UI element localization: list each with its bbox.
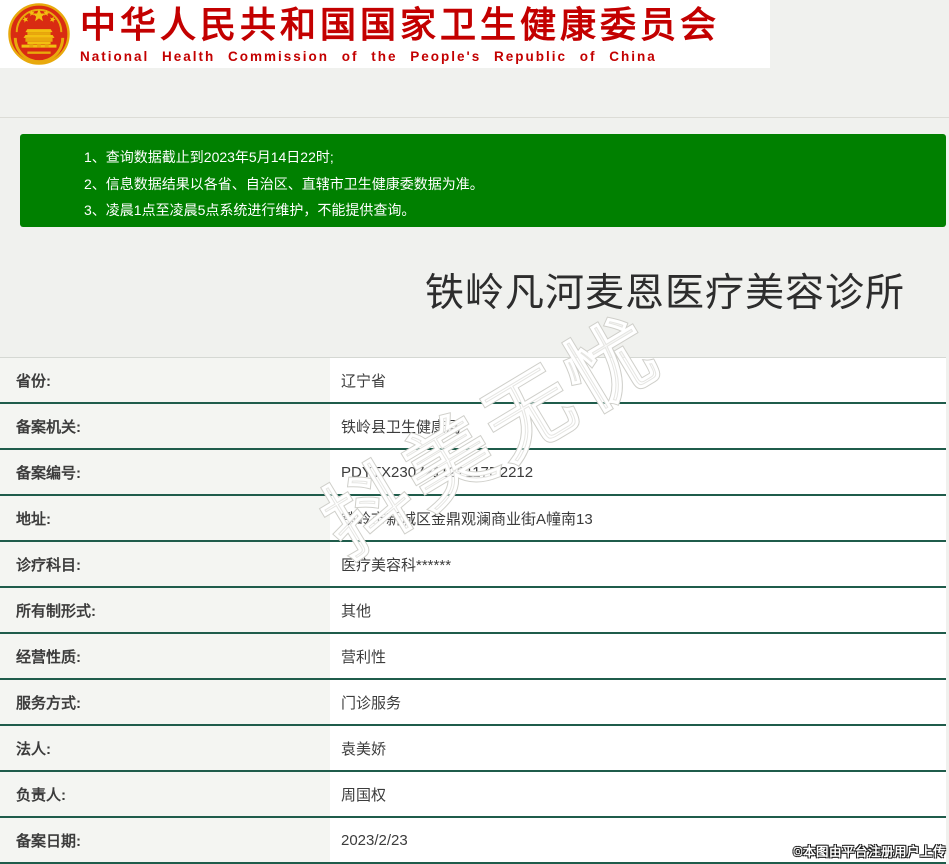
field-label: 省份:	[0, 358, 330, 402]
field-label: 服务方式:	[0, 680, 330, 724]
photo-credit-watermark: ©本图由平台注册用户上传	[793, 845, 946, 859]
header-divider	[0, 117, 949, 118]
field-label: 备案编号:	[0, 450, 330, 494]
institution-name-title: 铁岭凡河麦恩医疗美容诊所	[424, 272, 905, 315]
table-row: 地址: 铁岭市新城区金鼎观澜商业街A幢南13	[0, 496, 946, 542]
record-table: 省份: 辽宁省 备案机关: 铁岭县卫生健康局 备案编号: PDYTX230721…	[0, 357, 946, 864]
notice-line-2: 2、信息数据结果以各省、自治区、直辖市卫生健康委数据为准。	[84, 175, 484, 192]
site-header: 中华人民共和国国家卫生健康委员会 National Health Commiss…	[0, 0, 770, 68]
table-row: 诊疗科目: 医疗美容科******	[0, 542, 946, 588]
field-value: 辽宁省	[330, 358, 946, 402]
field-label: 负责人:	[0, 772, 330, 816]
table-row: 备案编号: PDYTX230721122117D2212	[0, 450, 946, 496]
table-row: 备案机关: 铁岭县卫生健康局	[0, 404, 946, 450]
field-value: 袁美娇	[330, 726, 946, 770]
field-value: 铁岭市新城区金鼎观澜商业街A幢南13	[330, 496, 946, 540]
field-value: 医疗美容科******	[330, 542, 946, 586]
field-value: PDYTX230721122117D2212	[330, 450, 946, 494]
field-value: 营利性	[330, 634, 946, 678]
field-value: 其他	[330, 588, 946, 632]
notice-line-3: 3、凌晨1点至凌晨5点系统进行维护，不能提供查询。	[84, 202, 416, 218]
site-title-cn: 中华人民共和国国家卫生健康委员会	[80, 4, 721, 45]
table-row: 负责人: 周国权	[0, 772, 946, 818]
field-label: 法人:	[0, 726, 330, 770]
notice-banner: 1、查询数据截止到2023年5月14日22时; 2、信息数据结果以各省、自治区、…	[20, 134, 946, 227]
field-label: 经营性质:	[0, 634, 330, 678]
field-value: 门诊服务	[330, 680, 946, 724]
field-value: 铁岭县卫生健康局	[330, 404, 946, 448]
field-label: 诊疗科目:	[0, 542, 330, 586]
field-label: 备案机关:	[0, 404, 330, 448]
table-row: 经营性质: 营利性	[0, 634, 946, 680]
table-row: 服务方式: 门诊服务	[0, 680, 946, 726]
field-value: 周国权	[330, 772, 946, 816]
field-label: 备案日期:	[0, 818, 330, 862]
site-title-en: National Health Commission of the People…	[80, 49, 657, 64]
table-row: 所有制形式: 其他	[0, 588, 946, 634]
field-label: 地址:	[0, 496, 330, 540]
table-row: 省份: 辽宁省	[0, 358, 946, 404]
notice-line-1: 1、查询数据截止到2023年5月14日22时;	[84, 149, 334, 165]
field-label: 所有制形式:	[0, 588, 330, 632]
table-row: 法人: 袁美娇	[0, 726, 946, 772]
china-national-emblem-icon	[8, 3, 70, 65]
